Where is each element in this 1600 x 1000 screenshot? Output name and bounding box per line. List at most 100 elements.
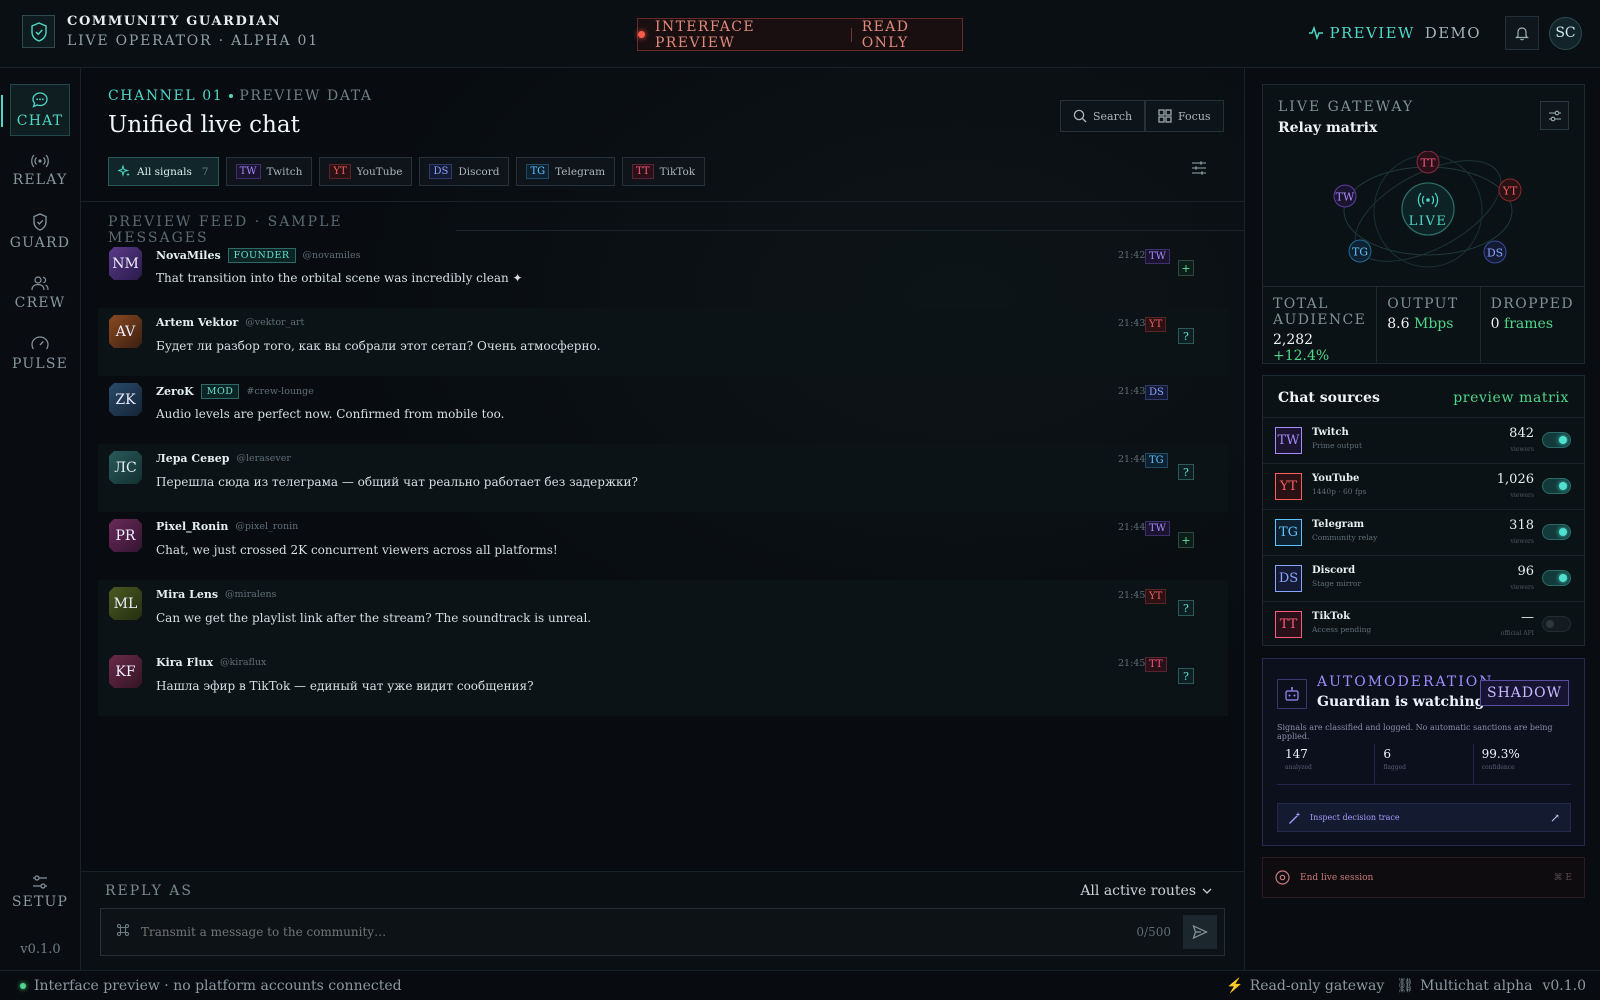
- channel-label: CHANNEL 01 PREVIEW DATA: [108, 88, 373, 104]
- user-avatar[interactable]: SC: [1549, 16, 1582, 50]
- chip-discord[interactable]: DS Discord: [419, 157, 510, 186]
- message-action-button[interactable]: ?: [1178, 668, 1194, 684]
- avatar: ML: [109, 587, 142, 620]
- author-name[interactable]: ZeroK: [156, 385, 194, 398]
- author-name[interactable]: Mira Lens: [156, 588, 218, 601]
- source-row-discord: DS Discord Stage mirror 96 viewers: [1263, 555, 1584, 601]
- chat-message[interactable]: ML Mira Lens @miralens Can we get the pla…: [98, 580, 1228, 648]
- nav-item-relay[interactable]: RELAY: [10, 145, 70, 197]
- twitch-tag-icon: TW: [235, 164, 261, 179]
- gateway-settings-button[interactable]: [1540, 101, 1569, 130]
- telegram-tag-icon: TG: [1145, 453, 1168, 468]
- message-time: 21:42: [1118, 250, 1146, 261]
- nav-item-crew[interactable]: CREW: [10, 267, 70, 319]
- role-badge: FOUNDER: [227, 248, 296, 263]
- author-name[interactable]: Pixel_Ronin: [156, 520, 228, 533]
- top-header: COMMUNITY GUARDIAN LIVE OPERATOR · ALPHA…: [0, 0, 1600, 68]
- message-action-button[interactable]: ?: [1178, 464, 1194, 480]
- chat-message[interactable]: ЛС Лера Север @lerasever Перешла сюда из …: [98, 444, 1228, 512]
- viewer-count: 96: [1517, 564, 1534, 579]
- mode-preview: PREVIEW: [1329, 24, 1415, 42]
- author-handle: @vektor_art: [245, 317, 305, 328]
- mode-indicator[interactable]: PREVIEW DEMO: [1308, 24, 1482, 42]
- author-name[interactable]: Artem Vektor: [156, 316, 238, 329]
- message-action-button[interactable]: +: [1178, 532, 1194, 548]
- automod-mode-badge[interactable]: SHADOW: [1479, 680, 1569, 706]
- chat-message[interactable]: PR Pixel_Ronin @pixel_ronin Chat, we just…: [98, 512, 1228, 580]
- users-icon: [31, 276, 49, 291]
- node-tw[interactable]: TW: [1333, 184, 1357, 208]
- chip-telegram[interactable]: TG Telegram: [516, 157, 616, 186]
- app-root: COMMUNITY GUARDIAN LIVE OPERATOR · ALPHA…: [0, 0, 1600, 1000]
- message-text: That transition into the orbital scene w…: [156, 271, 523, 285]
- chat-message[interactable]: NM NovaMiles FOUNDER @novamiles That trans…: [98, 240, 1228, 308]
- discord-tag-icon: DS: [1275, 565, 1302, 592]
- interface-preview-banner: INTERFACE PREVIEW READ ONLY: [637, 18, 963, 51]
- magic-wand-icon: [1289, 811, 1301, 824]
- chip-label: YouTube: [356, 165, 403, 178]
- stat-flagged: 6 flagged: [1375, 744, 1474, 784]
- chat-message[interactable]: ZK ZeroK MOD #crew-lounge Audio levels are…: [98, 376, 1228, 444]
- stat-output: OUTPUT 8.6 Mbps: [1377, 287, 1481, 363]
- message-action-button[interactable]: ?: [1178, 328, 1194, 344]
- status-gateway: Read-only gateway: [1249, 977, 1385, 994]
- automod-title: Guardian is watching: [1317, 694, 1485, 710]
- node-tg[interactable]: TG: [1348, 239, 1372, 263]
- nav-label-pulse: PULSE: [11, 356, 69, 372]
- send-button[interactable]: [1183, 915, 1217, 949]
- node-tt[interactable]: TT: [1416, 151, 1440, 174]
- message-action-button[interactable]: ?: [1178, 600, 1194, 616]
- search-label: Search: [1093, 109, 1133, 123]
- avatar: NM: [109, 247, 142, 280]
- source-toggle[interactable]: [1542, 478, 1571, 494]
- author-name[interactable]: Kira Flux: [156, 656, 213, 669]
- message-action-button[interactable]: +: [1178, 260, 1194, 276]
- chip-tiktok[interactable]: TT TikTok: [622, 157, 706, 186]
- chat-sources-card: Chat sources preview matrix TW Twitch Pr…: [1262, 375, 1585, 646]
- source-toggle[interactable]: [1542, 432, 1571, 448]
- end-live-session-button[interactable]: End live session ⌘ E: [1262, 857, 1585, 898]
- chip-twitch[interactable]: TW Twitch: [225, 157, 313, 186]
- nav-item-setup[interactable]: SETUP: [10, 866, 70, 918]
- author-name[interactable]: NovaMiles: [156, 249, 221, 262]
- youtube-tag-icon: YT: [329, 164, 351, 179]
- author-name[interactable]: Лера Север: [156, 452, 229, 465]
- status-version: v0.1.0: [1542, 977, 1586, 994]
- nav-label-guard: GUARD: [9, 235, 71, 251]
- reply-route-select[interactable]: All active routes: [1080, 883, 1212, 899]
- nav-item-pulse[interactable]: PULSE: [10, 328, 70, 380]
- status-text: Interface preview · no platform accounts…: [34, 977, 402, 994]
- filter-sliders-icon: [1192, 161, 1206, 175]
- node-ds[interactable]: DS: [1483, 240, 1507, 264]
- youtube-tag-icon: YT: [1145, 317, 1167, 332]
- search-icon: [1073, 109, 1087, 123]
- source-toggle[interactable]: [1542, 524, 1571, 540]
- chip-youtube[interactable]: YT YouTube: [319, 157, 413, 186]
- send-icon: [1192, 924, 1208, 940]
- svg-text:DS: DS: [1487, 247, 1503, 260]
- robot-icon: [1277, 679, 1307, 709]
- chip-all-signals[interactable]: All signals 7: [108, 157, 219, 186]
- nav-item-guard[interactable]: GUARD: [10, 206, 70, 258]
- filter-settings-button[interactable]: [1191, 160, 1207, 180]
- inspect-decision-trace-button[interactable]: Inspect decision trace ↗: [1277, 803, 1571, 832]
- preview-label: INTERFACE PREVIEW: [654, 18, 756, 51]
- node-yt[interactable]: YT: [1498, 178, 1522, 202]
- nav-item-chat[interactable]: CHAT: [1, 84, 70, 136]
- source-toggle[interactable]: [1542, 570, 1571, 586]
- char-count: 0/500: [1136, 925, 1171, 939]
- message-text: Нашла эфир в TikTok — единый чат уже вид…: [156, 679, 534, 693]
- broadcast-icon: [31, 154, 49, 168]
- search-button[interactable]: Search: [1060, 100, 1146, 132]
- notifications-button[interactable]: [1505, 16, 1539, 50]
- author-handle: @pixel_ronin: [235, 521, 299, 532]
- viewer-count: 1,026: [1496, 472, 1534, 487]
- chat-message[interactable]: AV Artem Vektor @vektor_art Будет ли разб…: [98, 308, 1228, 376]
- reply-input[interactable]: [141, 925, 1137, 939]
- stat-total-audience: TOTAL AUDIENCE 2,282 +12.4%: [1263, 287, 1378, 364]
- chat-message[interactable]: KF Kira Flux @kiraflux Нашла эфир в TikTo…: [98, 648, 1228, 716]
- source-toggle[interactable]: [1542, 616, 1571, 632]
- sliders-icon: [1548, 110, 1561, 121]
- pulse-icon: [1308, 26, 1323, 40]
- focus-button[interactable]: Focus: [1145, 100, 1224, 132]
